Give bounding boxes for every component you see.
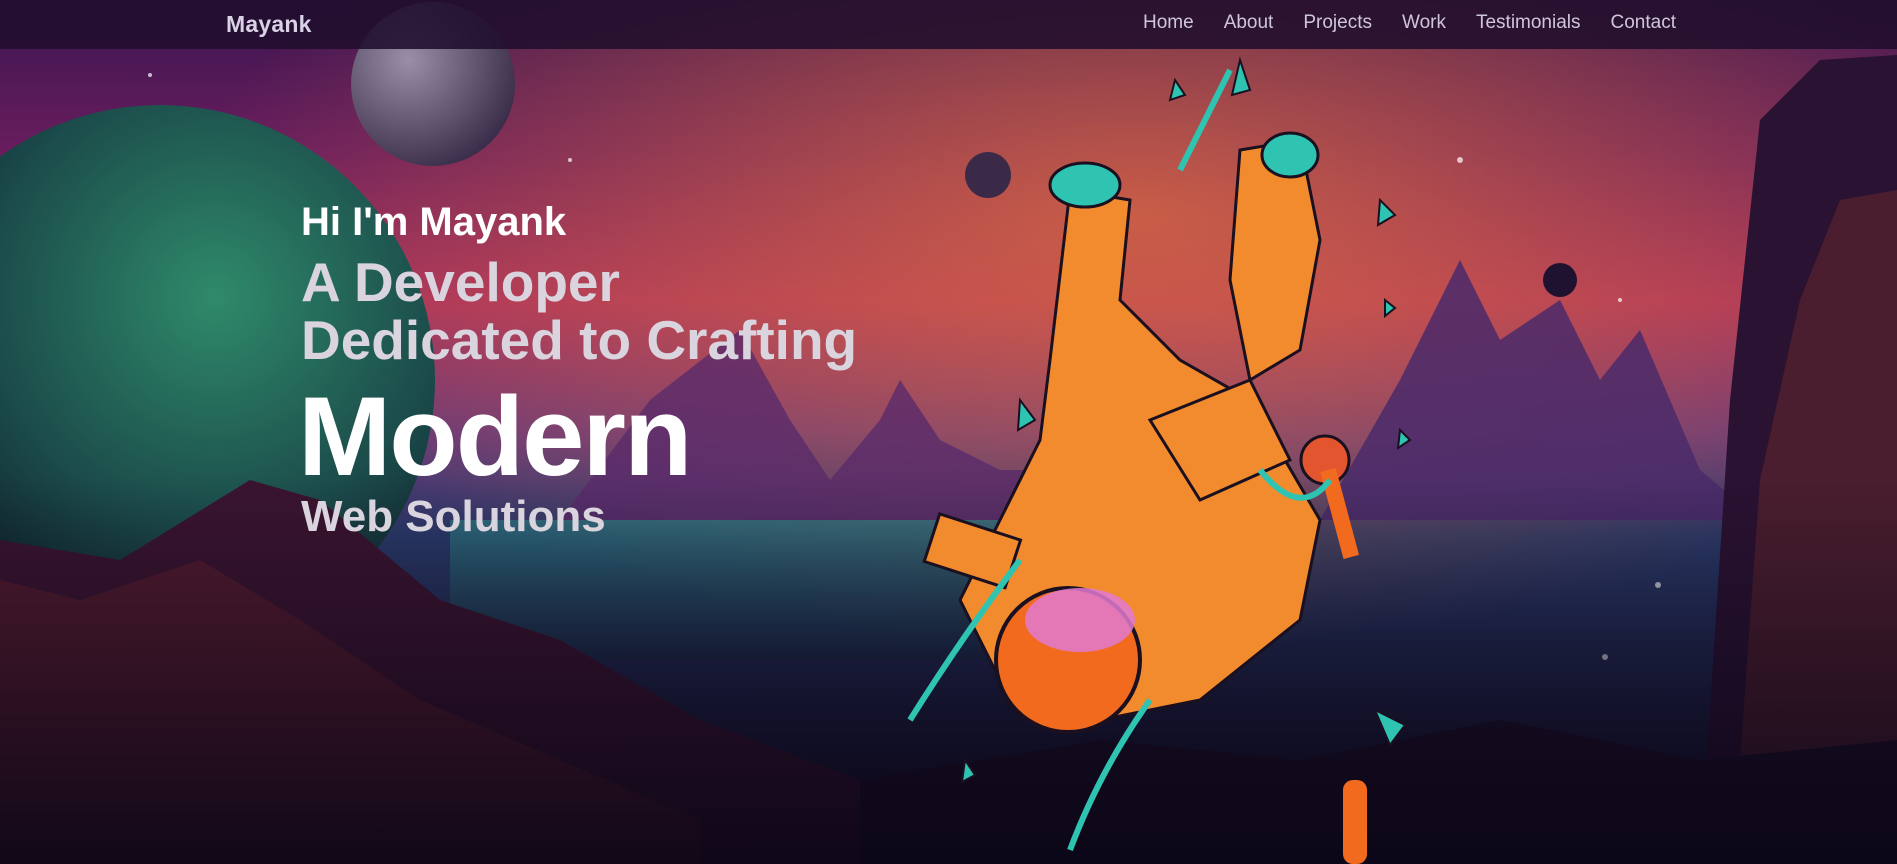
nav-link-work[interactable]: Work	[1402, 12, 1446, 34]
nav-link-testimonials[interactable]: Testimonials	[1476, 12, 1581, 34]
nav-link-home[interactable]: Home	[1143, 12, 1194, 34]
site-logo[interactable]: Mayank	[226, 11, 312, 38]
nav-links: Home About Projects Work Testimonials Co…	[1143, 12, 1676, 34]
hero-highlight-word: Modern	[298, 374, 692, 499]
top-navbar: Mayank Home About Projects Work Testimon…	[0, 0, 1897, 49]
nav-link-about[interactable]: About	[1224, 12, 1274, 34]
hero-line-web-solutions: Web Solutions	[301, 492, 606, 541]
nav-link-projects[interactable]: Projects	[1303, 12, 1372, 34]
hero-line-dedicated: Dedicated to Crafting	[301, 309, 858, 371]
nav-link-contact[interactable]: Contact	[1611, 12, 1676, 34]
hero-greeting: Hi I'm Mayank	[301, 200, 567, 244]
hero-background-illustration	[0, 0, 1897, 864]
hero-line-developer: A Developer	[301, 251, 620, 313]
